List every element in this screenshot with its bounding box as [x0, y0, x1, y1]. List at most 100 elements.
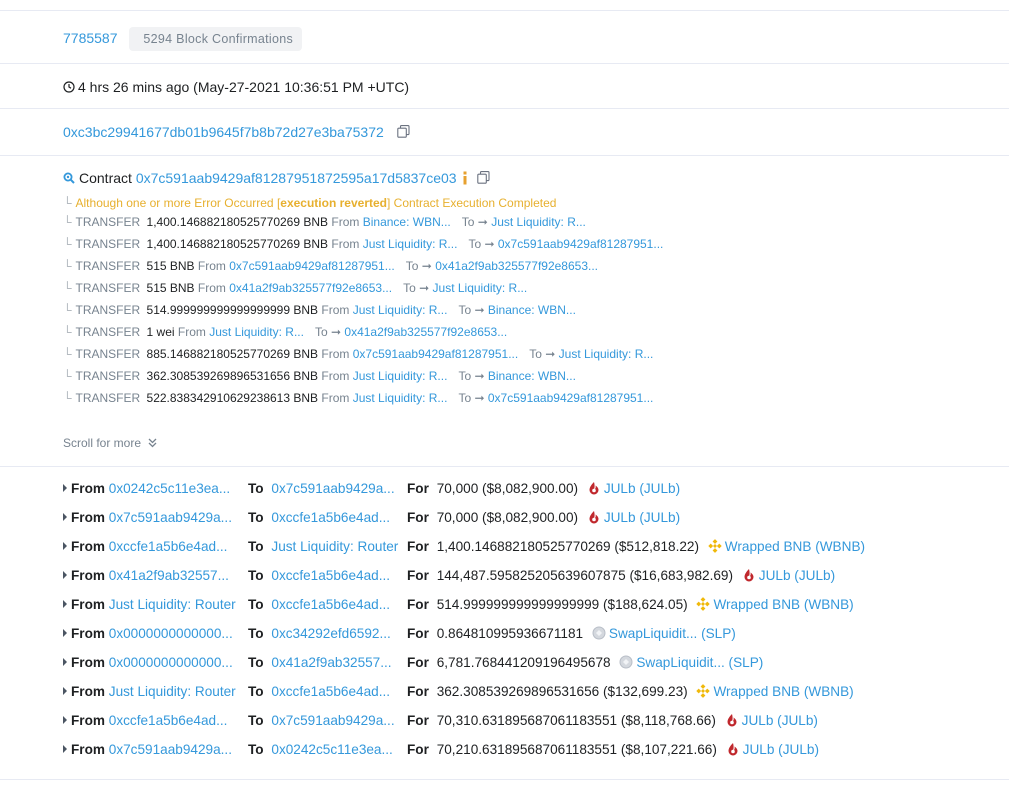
token-to-link[interactable]: 0xccfe1a5b6e4ad... — [271, 597, 390, 612]
token-to-link[interactable]: 0xc34292efd6592... — [271, 626, 390, 641]
token-name-link[interactable]: Wrapped BNB (WBNB) — [725, 539, 865, 554]
caret-right-icon[interactable] — [63, 600, 67, 608]
token-from-link[interactable]: 0xccfe1a5b6e4ad... — [109, 713, 228, 728]
token-from-cell: From Just Liquidity: Router — [63, 595, 236, 615]
transfer-to-link[interactable]: Just Liquidity: R... — [559, 347, 654, 361]
token-from-label: From — [71, 568, 105, 583]
caret-right-icon[interactable] — [63, 716, 67, 724]
transfer-from-link[interactable]: Just Liquidity: R... — [353, 391, 448, 405]
token-name-link[interactable]: Wrapped BNB (WBNB) — [713, 684, 853, 699]
copy-icon[interactable] — [396, 125, 410, 138]
token-for-cell: For 0.864810995936671181 SwapLiquidit...… — [407, 624, 736, 644]
internal-transfer-row: └ TRANSFER 515 BNB From 0x41a2f9ab325577f… — [63, 281, 527, 295]
caret-right-icon[interactable] — [63, 571, 67, 579]
token-name-link[interactable]: JULb (JULb) — [604, 510, 680, 525]
token-name-link[interactable]: JULb (JULb) — [759, 568, 835, 583]
token-name-link[interactable]: JULb (JULb) — [742, 713, 818, 728]
transfer-from-link[interactable]: Just Liquidity: R... — [363, 237, 458, 251]
token-from-link[interactable]: 0x7c591aab9429a... — [109, 510, 232, 525]
error-part1: Although one or more Error Occurred [ — [75, 196, 281, 210]
token-to-label: To — [248, 684, 264, 699]
transfer-from-link[interactable]: Just Liquidity: R... — [209, 325, 304, 339]
token-to-link[interactable]: 0xccfe1a5b6e4ad... — [271, 568, 390, 583]
token-to-link[interactable]: 0xccfe1a5b6e4ad... — [271, 510, 390, 525]
token-amount: 70,210.631895687061183551 ($8,107,221.66… — [436, 742, 717, 757]
caret-right-icon[interactable] — [63, 542, 67, 550]
info-icon[interactable] — [462, 171, 468, 185]
transfer-to-label: To — [468, 237, 482, 251]
token-from-link[interactable]: Just Liquidity: Router — [109, 597, 236, 612]
token-to-label: To — [248, 655, 264, 670]
token-from-link[interactable]: 0xccfe1a5b6e4ad... — [109, 539, 228, 554]
transfer-from-label: From — [321, 303, 350, 317]
caret-right-icon[interactable] — [63, 745, 67, 753]
token-name-link[interactable]: Wrapped BNB (WBNB) — [713, 597, 853, 612]
copy-icon[interactable] — [477, 171, 490, 184]
token-name-link[interactable]: SwapLiquidit... (SLP) — [636, 655, 763, 670]
transfer-from-link[interactable]: Binance: WBN... — [363, 215, 451, 229]
token-from-link[interactable]: 0x0000000000000... — [109, 626, 233, 641]
transfer-label: TRANSFER — [75, 325, 141, 339]
token-from-label: From — [71, 510, 105, 525]
transfer-to-link[interactable]: Binance: WBN... — [488, 303, 576, 317]
contract-address-link[interactable]: 0x7c591aab9429af81287951872595a17d5837ce… — [136, 170, 457, 186]
contract-row: Contract 0x7c591aab9429af81287951872595a… — [63, 170, 490, 187]
transfer-from-link[interactable]: 0x7c591aab9429af81287951... — [353, 347, 519, 361]
transfer-from-label: From — [197, 281, 226, 295]
trace-corner: └ — [63, 237, 72, 251]
token-to-link[interactable]: 0xccfe1a5b6e4ad... — [271, 684, 390, 699]
transfer-to-link[interactable]: Just Liquidity: R... — [433, 281, 528, 295]
transfer-amount: 1,400.146882180525770269 BNB — [146, 237, 329, 251]
caret-right-icon[interactable] — [63, 687, 67, 695]
caret-right-icon[interactable] — [63, 484, 67, 492]
token-from-link[interactable]: 0x41a2f9ab32557... — [109, 568, 229, 583]
token-name-link[interactable]: JULb (JULb) — [743, 742, 819, 757]
caret-right-icon[interactable] — [63, 629, 67, 637]
transfer-from-link[interactable]: 0x41a2f9ab325577f92e8653... — [229, 281, 392, 295]
caret-right-icon[interactable] — [63, 658, 67, 666]
transfer-from-link[interactable]: Just Liquidity: R... — [353, 369, 448, 383]
token-from-link[interactable]: 0x0242c5c11e3ea... — [109, 481, 230, 496]
token-to-link[interactable]: 0x0242c5c11e3ea... — [271, 742, 392, 757]
token-from-link[interactable]: 0x0000000000000... — [109, 655, 233, 670]
token-from-cell: From 0xccfe1a5b6e4ad... — [63, 711, 227, 731]
trace-corner: └ — [63, 259, 72, 273]
transfer-from-link[interactable]: 0x7c591aab9429af81287951... — [229, 259, 395, 273]
right-arrow-icon: ➞ — [474, 391, 485, 405]
token-transfer-row: From 0x0000000000000... To 0xc34292efd659… — [0, 624, 1009, 644]
trace-corner: └ — [63, 215, 72, 229]
transfer-amount: 885.146882180525770269 BNB — [146, 347, 319, 361]
transfer-label: TRANSFER — [75, 369, 141, 383]
transfer-to-link[interactable]: 0x7c591aab9429af81287951... — [498, 237, 664, 251]
token-from-cell: From 0x0000000000000... — [63, 624, 233, 644]
token-to-link[interactable]: 0x7c591aab9429a... — [271, 713, 394, 728]
block-confirmations-badge: 5294 Block Confirmations — [129, 27, 303, 51]
transfer-label: TRANSFER — [75, 259, 141, 273]
token-to-link[interactable]: Just Liquidity: Router — [271, 539, 398, 554]
token-to-link[interactable]: 0x41a2f9ab32557... — [271, 655, 391, 670]
token-from-link[interactable]: Just Liquidity: Router — [109, 684, 236, 699]
transfer-to-link[interactable]: 0x41a2f9ab325577f92e8653... — [344, 325, 507, 339]
from-address-link[interactable]: 0xc3bc29941677db01b9645f7b8b72d27e3ba753… — [63, 124, 384, 140]
transfer-to-link[interactable]: 0x41a2f9ab325577f92e8653... — [435, 259, 598, 273]
token-from-label: From — [71, 713, 105, 728]
block-number-link[interactable]: 7785587 — [63, 30, 118, 46]
token-name-link[interactable]: SwapLiquidit... (SLP) — [609, 626, 736, 641]
token-from-cell: From 0xccfe1a5b6e4ad... — [63, 537, 227, 557]
token-name-link[interactable]: JULb (JULb) — [604, 481, 680, 496]
token-to-label: To — [248, 481, 264, 496]
transfer-to-link[interactable]: Just Liquidity: R... — [491, 215, 586, 229]
scroll-for-more-label: Scroll for more — [63, 436, 142, 450]
token-for-label: For — [407, 597, 429, 612]
token-to-cell: To 0x41a2f9ab32557... — [248, 653, 392, 673]
transfer-to-link[interactable]: Binance: WBN... — [488, 369, 576, 383]
token-amount: 70,310.631895687061183551 ($8,118,768.66… — [436, 713, 716, 728]
caret-right-icon[interactable] — [63, 513, 67, 521]
scroll-for-more[interactable]: Scroll for more — [63, 436, 157, 450]
token-from-cell: From Just Liquidity: Router — [63, 682, 236, 702]
transfer-from-link[interactable]: Just Liquidity: R... — [353, 303, 448, 317]
trace-corner: └ — [63, 303, 72, 317]
token-to-link[interactable]: 0x7c591aab9429a... — [271, 481, 394, 496]
transfer-to-link[interactable]: 0x7c591aab9429af81287951... — [488, 391, 654, 405]
token-from-link[interactable]: 0x7c591aab9429a... — [109, 742, 232, 757]
